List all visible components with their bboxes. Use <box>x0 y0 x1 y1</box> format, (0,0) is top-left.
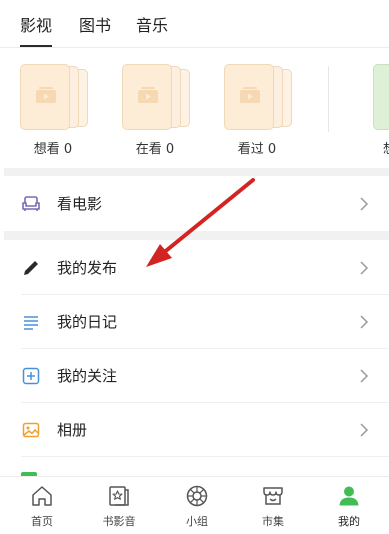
bottom-nav: 首页 书影音 小组 市集 我的 <box>0 476 389 534</box>
nav-label: 小组 <box>186 515 208 528</box>
nav-media[interactable]: 书影音 <box>89 477 149 534</box>
home-icon <box>32 486 52 506</box>
pen-icon <box>24 261 38 275</box>
sofa-icon <box>22 196 40 211</box>
menu-label: 我的发布 <box>57 259 118 277</box>
menu-row-my-follows[interactable]: 我的关注 <box>4 349 389 403</box>
chevron-right-icon <box>360 197 369 211</box>
tab-movies[interactable]: 影视 <box>20 16 53 47</box>
nav-home[interactable]: 首页 <box>12 477 72 534</box>
menu-row-album[interactable]: 相册 <box>4 403 389 457</box>
nav-mine[interactable]: 我的 <box>319 477 379 534</box>
shelf-partial-card[interactable] <box>373 64 389 130</box>
nav-groups[interactable]: 小组 <box>167 477 227 534</box>
section-gap <box>4 168 389 176</box>
plus-square-icon <box>22 367 40 385</box>
menu-row-movies[interactable]: 看电影 <box>4 177 389 231</box>
poster-stack <box>122 64 192 130</box>
nav-market[interactable]: 市集 <box>243 477 303 534</box>
nav-label: 首页 <box>31 515 53 528</box>
market-icon <box>263 487 283 505</box>
menu-label: 相册 <box>57 421 88 439</box>
tab-music[interactable]: 音乐 <box>136 16 168 36</box>
menu-row-my-posts[interactable]: 我的发布 <box>4 241 389 295</box>
shelf-want-to-watch[interactable]: 想看 0 <box>20 64 90 157</box>
shelf-divider <box>328 66 329 132</box>
nav-label: 我的 <box>338 515 360 528</box>
row-divider <box>21 456 389 457</box>
shelf-watched[interactable]: 看过 0 <box>224 64 294 157</box>
media-tabs: 影视 图书 音乐 <box>0 0 389 48</box>
video-placeholder-icon <box>240 87 260 103</box>
poster-stack <box>224 64 294 130</box>
shelf-label: 看过 0 <box>237 142 277 157</box>
media-shelf: 想看 0 在看 0 看过 0 想 <box>0 48 389 168</box>
book-star-icon <box>109 486 129 506</box>
chevron-right-icon <box>360 369 369 383</box>
poster-stack <box>20 64 90 130</box>
shelf-watching[interactable]: 在看 0 <box>122 64 192 157</box>
group-icon <box>186 485 208 507</box>
lines-icon <box>24 316 38 330</box>
shelf-partial-label: 想 <box>383 138 389 157</box>
chevron-right-icon <box>360 261 369 275</box>
user-icon <box>339 486 359 506</box>
section-gap <box>4 231 389 240</box>
menu-label: 我的关注 <box>57 367 118 385</box>
shelf-label: 在看 0 <box>135 142 175 157</box>
menu-label: 我的日记 <box>57 313 118 331</box>
menu-row-my-diary[interactable]: 我的日记 <box>4 295 389 349</box>
chevron-right-icon <box>360 315 369 329</box>
shelf-label: 想看 0 <box>33 142 73 157</box>
photo-icon <box>22 422 40 438</box>
menu-label: 看电影 <box>57 195 103 213</box>
chevron-right-icon <box>360 423 369 437</box>
tab-books[interactable]: 图书 <box>79 16 111 36</box>
video-placeholder-icon <box>36 87 56 103</box>
nav-label: 书影音 <box>102 515 136 528</box>
video-placeholder-icon <box>138 87 158 103</box>
nav-label: 市集 <box>262 515 284 528</box>
